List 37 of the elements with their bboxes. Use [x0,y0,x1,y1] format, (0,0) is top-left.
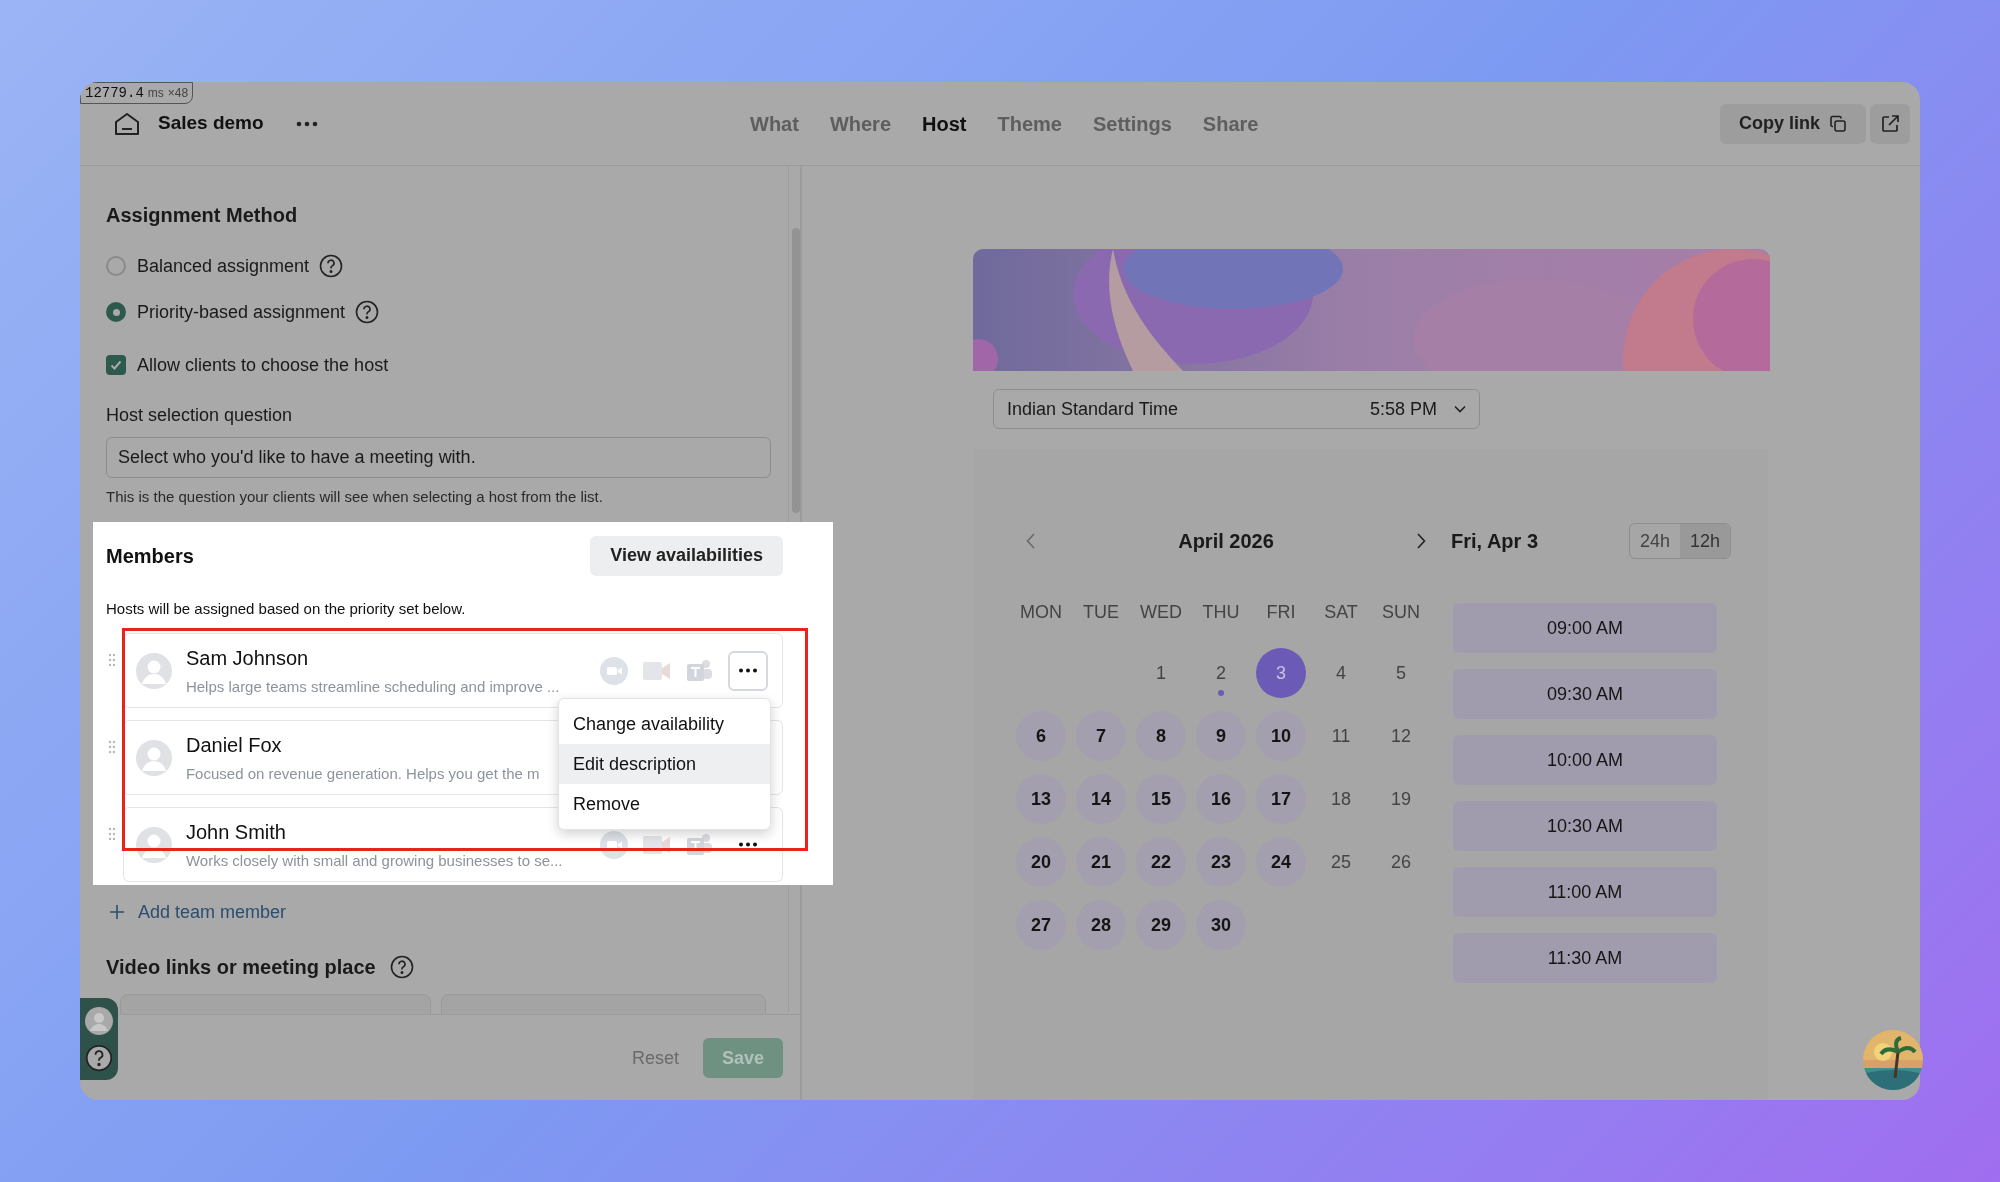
member-description: Helps large teams streamline scheduling and improve ... [185,676,560,697]
member-name: Sam Johnson [185,645,309,671]
radio-label: Balanced assignment [137,254,310,278]
timing-value: 12779.4 [85,83,144,103]
member-description: Focused on revenue generation. Helps you get the m [185,763,540,784]
weekday-label: MON [1020,601,1062,624]
calendar-day: 19 [1376,774,1426,824]
weekday-label: WED [1140,601,1182,624]
project-title: Sales demo [158,111,264,136]
selected-date: Fri, Apr 3 [1451,529,1539,554]
weekday-label: TUE [1083,601,1119,624]
calendar-day: 11 [1316,711,1366,761]
section-title: Assignment Method [106,203,299,228]
calendar-day: 1 [1136,648,1186,698]
calendar-day: 2 [1196,648,1246,698]
helper-text: Hosts will be assigned based on the priority set below. [106,598,467,619]
helper-text: This is the question your clients will see when selecting a host from the list. [106,487,604,507]
calendar-day: 4 [1316,648,1366,698]
calendar-day: 5 [1376,648,1426,698]
section-title: Members [106,543,194,569]
field-label: Host selection question [106,404,294,427]
checkbox-label: Allow clients to choose the host [137,353,389,377]
section-title: Video links or meeting place [106,954,376,980]
weekday-label: FRI [1266,601,1296,624]
calendar-day: 26 [1376,837,1426,887]
calendar-day: 18 [1316,774,1366,824]
weekday-label: SAT [1324,601,1358,624]
month-label: April 2026 [1177,529,1275,554]
weekday-label: THU [1202,601,1240,624]
member-name: Daniel Fox [185,732,282,758]
timing-unit: ms [147,85,164,102]
member-description: Works closely with small and growing businesses to se... [185,850,563,871]
calendar-day: 12 [1376,711,1426,761]
radio-label: Priority-based assignment [137,300,346,324]
calendar-day: 25 [1316,837,1366,887]
weekday-label: SUN [1382,601,1420,624]
timing-count: ×48 [167,85,189,102]
